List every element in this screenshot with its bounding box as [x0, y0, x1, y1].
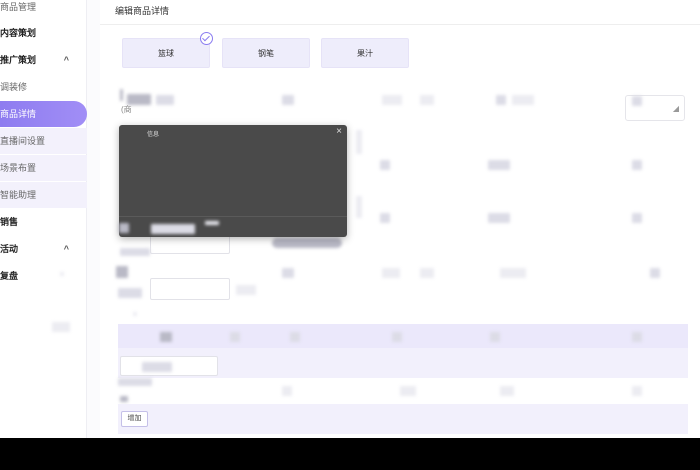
blurred-text: [488, 213, 510, 223]
sidebar-item-sales[interactable]: 销售: [0, 209, 87, 235]
check-circle-icon: [200, 32, 213, 45]
blurred-text: [52, 322, 70, 332]
blurred-text: [356, 130, 362, 154]
blurred-text: [500, 268, 526, 278]
divider: [100, 24, 700, 25]
blurred-text: [120, 248, 150, 256]
blurred-text: [151, 224, 195, 234]
blurred-text: [500, 386, 514, 396]
blurred-text: [392, 332, 402, 342]
chevron-up-icon[interactable]: ^: [64, 236, 69, 262]
blurred-text: [420, 95, 434, 105]
blurred-text: [632, 213, 642, 223]
blurred-text: [420, 268, 434, 278]
blurred-text: [282, 268, 294, 278]
blurred-text: [120, 89, 123, 101]
blurred-text: [382, 95, 402, 105]
blurred-text: [205, 221, 219, 225]
blurred-text: [160, 332, 172, 342]
tag-basketball-button[interactable]: 篮球: [122, 38, 210, 68]
blurred-text: [133, 312, 137, 316]
table-row: [118, 404, 688, 434]
blurred-text: [282, 95, 294, 105]
blurred-text: [512, 95, 534, 105]
divider: [119, 216, 347, 217]
sidebar-item-scene-layout[interactable]: 场景布置: [0, 155, 87, 181]
blurred-text: [632, 96, 642, 106]
resize-corner-icon: ◢: [672, 104, 679, 113]
blurred-text: [290, 332, 300, 342]
blurred-text: [282, 386, 292, 396]
text-input[interactable]: [150, 278, 230, 300]
blurred-image: [272, 238, 342, 248]
table-header-row: [118, 324, 688, 348]
tag-pen-button[interactable]: 钢笔: [222, 38, 310, 68]
field-label: (商: [121, 105, 132, 114]
sidebar-item-promotion-planning[interactable]: 推广策划 ^: [0, 47, 87, 73]
blurred-text: [632, 386, 642, 396]
blurred-text: [118, 378, 152, 386]
sidebar-item-smart-assistant[interactable]: 智能助理: [0, 182, 87, 208]
black-bar: [0, 438, 700, 470]
sidebar: 商品管理 内容策划 推广策划 ^ 调装修 商品详情 直播间设置 场景布置 智能助…: [0, 0, 87, 438]
tag-juice-button[interactable]: 果汁: [321, 38, 409, 68]
blurred-text: [236, 285, 256, 295]
blurred-text: [119, 223, 129, 233]
sidebar-item-activity[interactable]: 活动 ^: [0, 236, 87, 262]
blurred-text: [156, 95, 174, 105]
sidebar-item-live-room-settings[interactable]: 直播间设置: [0, 128, 87, 154]
blurred-text: [118, 288, 142, 298]
blurred-text: [380, 213, 390, 223]
blurred-text: [230, 332, 240, 342]
dark-modal: 信息 ×: [119, 125, 347, 237]
blurred-text: [632, 332, 642, 342]
app-screen: 商品管理 内容策划 推广策划 ^ 调装修 商品详情 直播间设置 场景布置 智能助…: [0, 0, 700, 438]
blurred-text: [380, 160, 390, 170]
sidebar-item-product-details[interactable]: 商品详情: [0, 101, 87, 127]
blurred-text: [120, 396, 128, 402]
blurred-text: [490, 332, 500, 342]
blurred-text: [650, 268, 660, 278]
sidebar-item-review[interactable]: 复盘: [0, 263, 87, 289]
blurred-text: [400, 386, 416, 396]
page-title: 编辑商品详情: [115, 6, 170, 16]
blurred-text: [488, 160, 510, 170]
blurred-text: [632, 160, 642, 170]
blurred-text: [496, 95, 506, 105]
sidebar-item-content-planning[interactable]: 内容策划: [0, 20, 87, 46]
add-button[interactable]: 增加: [121, 411, 148, 427]
blurred-text: [60, 272, 64, 276]
blurred-text: [142, 362, 172, 372]
sidebar-item-product-management[interactable]: 商品管理: [0, 0, 87, 20]
modal-title: 信息: [147, 132, 160, 138]
blurred-text: [356, 196, 362, 218]
blurred-text: [116, 266, 128, 278]
close-icon[interactable]: ×: [336, 126, 342, 137]
chevron-up-icon[interactable]: ^: [64, 47, 69, 73]
blurred-text: [382, 268, 400, 278]
sidebar-item-decoration[interactable]: 调装修: [0, 74, 87, 100]
